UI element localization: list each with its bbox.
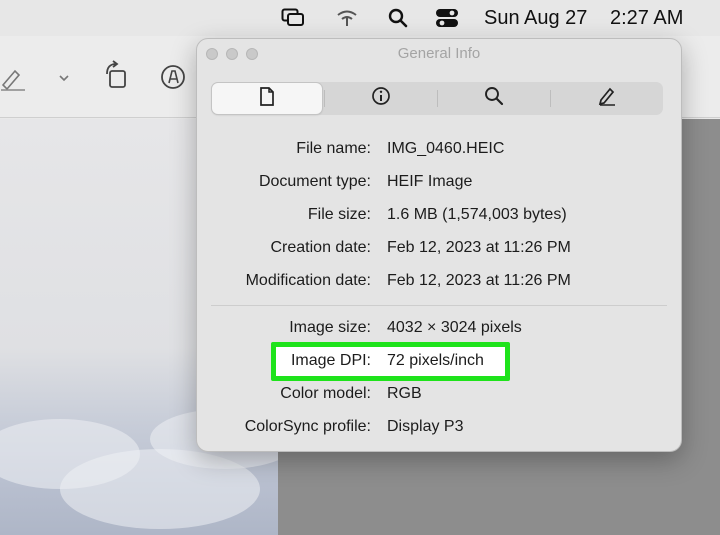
row-value: Feb 12, 2023 at 11:26 PM [387,272,571,289]
search-icon[interactable] [388,0,410,36]
row-value: IMG_0460.HEIC [387,140,505,157]
info-row-image-size: Image size: 4032 × 3024 pixels [197,319,681,343]
tab-annotations[interactable] [550,82,663,115]
magnifier-icon [484,86,504,111]
info-row-document-type: Document type: HEIF Image [197,173,681,197]
screen-mirroring-icon[interactable] [281,0,307,36]
row-label: Image DPI: [290,352,371,369]
info-row-file-size: File size: 1.6 MB (1,574,003 bytes) [197,206,681,230]
row-label: Modification date: [245,272,371,289]
info-icon [371,86,391,111]
section-divider [211,305,667,306]
general-info-panel: General Info File name: IMG_0460.HEIC Do… [196,38,682,452]
row-value: HEIF Image [387,173,473,190]
info-row-color-model: Color model: RGB [197,385,681,409]
menu-bar: Sun Aug 27 2:27 AM [0,0,720,36]
tab-keywords[interactable] [437,82,550,115]
tab-more-info[interactable] [324,82,437,115]
info-row-image-dpi: Image DPI: 72 pixels/inch [197,352,681,376]
row-label: ColorSync profile: [244,418,371,435]
menubar-date[interactable]: Sun Aug 27 [484,0,587,36]
row-value: 1.6 MB (1,574,003 bytes) [387,206,567,223]
row-label: File size: [307,206,371,223]
row-value: Display P3 [387,418,464,435]
row-value: RGB [387,385,422,402]
document-icon [259,86,275,111]
panel-titlebar[interactable]: General Info [197,39,681,69]
annotate-icon[interactable] [158,62,188,92]
info-row-creation-date: Creation date: Feb 12, 2023 at 11:26 PM [197,239,681,263]
info-row-modification-date: Modification date: Feb 12, 2023 at 11:26… [197,272,681,296]
control-center-icon[interactable] [435,0,459,36]
info-row-colorsync-profile: ColorSync profile: Display P3 [197,418,681,442]
pencil-icon [597,86,617,111]
row-label: Creation date: [270,239,371,256]
markup-pen-icon[interactable] [0,62,28,94]
row-label: Document type: [258,173,371,190]
row-label: Color model: [280,385,371,402]
inspector-tabs [211,82,663,115]
row-value: 72 pixels/inch [387,352,484,369]
wifi-icon[interactable] [336,0,360,36]
rotate-icon[interactable] [102,58,132,92]
panel-title: General Info [397,45,481,62]
row-value: Feb 12, 2023 at 11:26 PM [387,239,571,256]
chevron-down-icon[interactable] [56,66,72,90]
info-row-file-name: File name: IMG_0460.HEIC [197,140,681,164]
row-label: File name: [296,140,371,157]
row-value: 4032 × 3024 pixels [387,319,522,336]
tab-general[interactable] [212,83,322,114]
menubar-time[interactable]: 2:27 AM [610,0,683,36]
row-label: Image size: [289,319,371,336]
